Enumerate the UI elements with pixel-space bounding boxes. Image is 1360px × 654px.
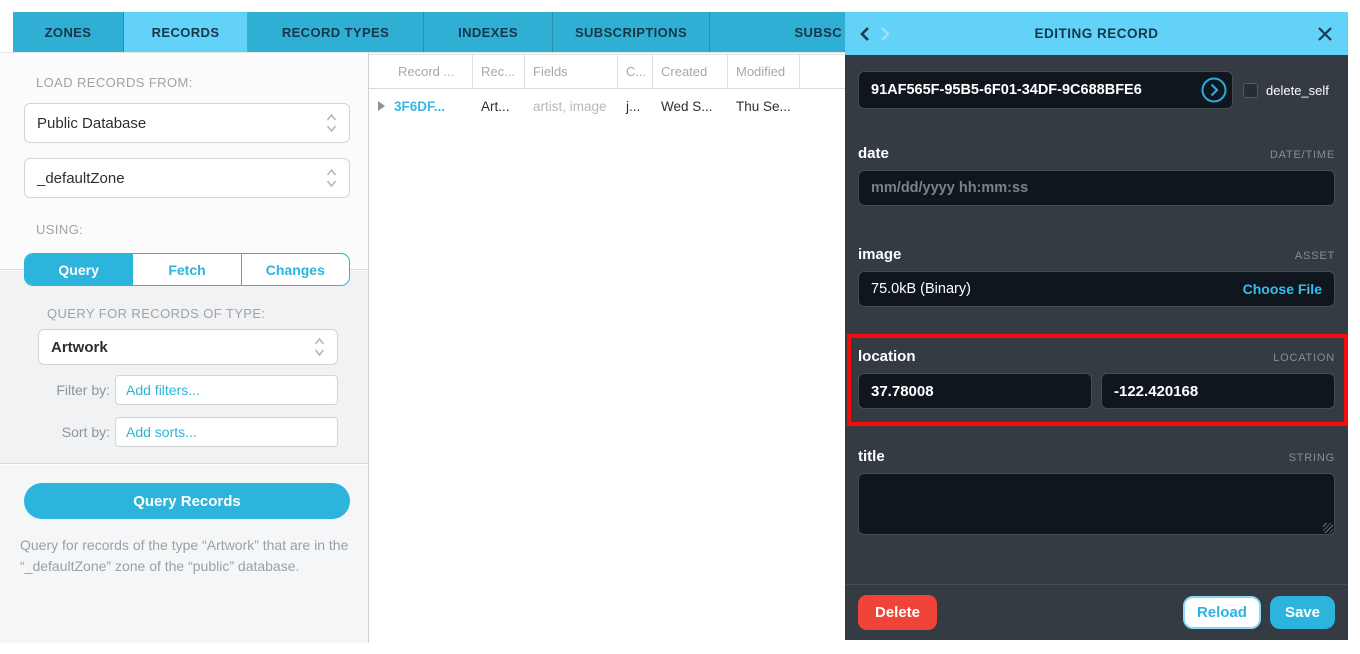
editing-record-panel: EDITING RECORD delete_self date DATE/TIM… bbox=[845, 12, 1348, 640]
zone-select[interactable]: _defaultZone bbox=[24, 158, 350, 198]
chevron-left-icon bbox=[859, 26, 870, 42]
reload-button[interactable]: Reload bbox=[1183, 596, 1261, 629]
up-down-chevrons-icon bbox=[314, 336, 325, 358]
mode-changes[interactable]: Changes bbox=[241, 254, 349, 285]
title-textarea[interactable] bbox=[858, 473, 1335, 535]
panel-header: EDITING RECORD bbox=[845, 12, 1348, 55]
date-field-label: date bbox=[858, 145, 889, 162]
next-record-button[interactable] bbox=[880, 26, 891, 42]
tab-subscriptions[interactable]: SUBSCRIPTIONS bbox=[553, 12, 710, 52]
column-fields[interactable]: Fields bbox=[525, 55, 618, 88]
filter-by-label: Filter by: bbox=[24, 375, 110, 405]
choose-file-button[interactable]: Choose File bbox=[1243, 281, 1322, 297]
database-select-value: Public Database bbox=[37, 115, 326, 132]
location-field-type: LOCATION bbox=[1273, 352, 1335, 364]
title-field-group: title STRING bbox=[858, 448, 1335, 535]
add-filters-input[interactable] bbox=[115, 375, 338, 405]
date-field-group: date DATE/TIME bbox=[858, 145, 1335, 206]
title-field-label: title bbox=[858, 448, 885, 465]
table-row[interactable]: 3F6DF... Art... artist, image j... Wed S… bbox=[369, 90, 845, 122]
tab-record-types[interactable]: RECORD TYPES bbox=[248, 12, 424, 52]
sort-by-label: Sort by: bbox=[24, 417, 110, 447]
latitude-input[interactable] bbox=[858, 373, 1092, 409]
image-field-group: image ASSET 75.0kB (Binary) Choose File bbox=[858, 246, 1335, 307]
delete-self-label: delete_self bbox=[1266, 83, 1329, 98]
mode-segmented-control: Query Fetch Changes bbox=[24, 253, 350, 286]
panel-title: EDITING RECORD bbox=[845, 26, 1348, 41]
tab-records[interactable]: RECORDS bbox=[124, 12, 248, 52]
query-type-label: QUERY FOR RECORDS OF TYPE: bbox=[47, 306, 265, 321]
tab-indexes[interactable]: INDEXES bbox=[424, 12, 553, 52]
up-down-chevrons-icon bbox=[326, 112, 337, 134]
load-records-from-label: LOAD RECORDS FROM: bbox=[36, 75, 193, 90]
column-modified[interactable]: Modified bbox=[728, 55, 800, 88]
record-type-select[interactable]: Artwork bbox=[38, 329, 338, 365]
delete-self-control[interactable]: delete_self bbox=[1243, 83, 1329, 98]
record-name-link[interactable]: 3F6DF... bbox=[394, 99, 445, 114]
image-asset-value: 75.0kB (Binary) bbox=[871, 281, 971, 297]
fields-cell: artist, image bbox=[525, 99, 618, 114]
modified-cell: Thu Se... bbox=[728, 99, 800, 114]
records-table-header: Record ... Rec... Fields C... Created Mo… bbox=[369, 54, 845, 89]
image-field-label: image bbox=[858, 246, 901, 263]
delete-self-checkbox[interactable] bbox=[1243, 83, 1258, 98]
tab-subscription-types[interactable]: SUBSC bbox=[710, 12, 845, 52]
expand-triangle-icon[interactable] bbox=[378, 101, 385, 111]
up-down-chevrons-icon bbox=[326, 167, 337, 189]
column-record-name[interactable]: Record ... bbox=[369, 55, 473, 88]
date-input[interactable] bbox=[858, 170, 1335, 206]
column-filler bbox=[800, 55, 845, 88]
longitude-input[interactable] bbox=[1101, 373, 1335, 409]
circled-chevron-right-icon bbox=[1201, 77, 1227, 103]
panel-body: delete_self date DATE/TIME image ASSET 7… bbox=[845, 55, 1348, 640]
location-field-label: location bbox=[858, 348, 916, 365]
chevron-right-icon bbox=[880, 26, 891, 42]
add-sorts-input[interactable] bbox=[115, 417, 338, 447]
mode-query[interactable]: Query bbox=[25, 254, 132, 285]
open-record-button[interactable] bbox=[1201, 77, 1227, 103]
query-sidebar: LOAD RECORDS FROM: Public Database _defa… bbox=[0, 53, 369, 643]
column-created[interactable]: Created bbox=[653, 55, 728, 88]
using-label: USING: bbox=[36, 222, 83, 237]
zone-select-value: _defaultZone bbox=[37, 170, 326, 187]
created-by-cell: j... bbox=[618, 99, 653, 114]
mode-fetch[interactable]: Fetch bbox=[132, 254, 240, 285]
delete-button[interactable]: Delete bbox=[858, 595, 937, 630]
title-field-type: STRING bbox=[1289, 452, 1335, 464]
close-icon bbox=[1317, 26, 1333, 42]
record-name-cell: 3F6DF... bbox=[369, 99, 473, 114]
record-name-input[interactable] bbox=[858, 71, 1233, 109]
query-records-button[interactable]: Query Records bbox=[24, 483, 350, 519]
save-button[interactable]: Save bbox=[1270, 596, 1335, 629]
record-name-row: delete_self bbox=[858, 55, 1335, 109]
record-type-select-value: Artwork bbox=[51, 339, 314, 356]
column-created-by[interactable]: C... bbox=[618, 55, 653, 88]
created-cell: Wed S... bbox=[653, 99, 728, 114]
column-record-type[interactable]: Rec... bbox=[473, 55, 525, 88]
previous-record-button[interactable] bbox=[859, 26, 870, 42]
tab-zones[interactable]: ZONES bbox=[13, 12, 124, 52]
location-highlight-box: location LOCATION bbox=[847, 334, 1348, 426]
close-panel-button[interactable] bbox=[1317, 26, 1333, 42]
record-type-cell: Art... bbox=[473, 99, 525, 114]
panel-footer: Delete Reload Save bbox=[845, 584, 1348, 640]
image-asset-box: 75.0kB (Binary) Choose File bbox=[858, 271, 1335, 307]
query-description: Query for records of the type “Artwork” … bbox=[20, 535, 352, 577]
main-tab-bar: ZONES RECORDS RECORD TYPES INDEXES SUBSC… bbox=[13, 12, 845, 52]
image-field-type: ASSET bbox=[1295, 250, 1335, 262]
date-field-type: DATE/TIME bbox=[1270, 149, 1335, 161]
database-select[interactable]: Public Database bbox=[24, 103, 350, 143]
